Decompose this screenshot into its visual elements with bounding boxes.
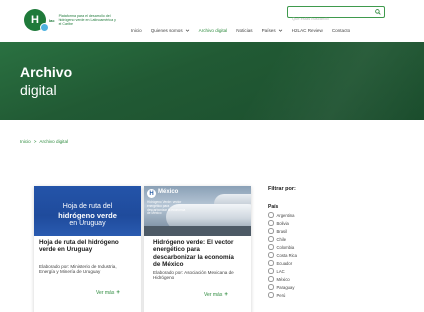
nav-item-inicio[interactable]: Inicio xyxy=(131,28,142,33)
nav-label: Contacto xyxy=(331,28,351,33)
nav-label: H2LAC Review xyxy=(291,28,323,33)
filter-option-label: Brasil xyxy=(276,228,287,234)
card-image-text: Hoja de ruta del xyxy=(62,203,113,210)
filter-option-mexico[interactable]: México xyxy=(268,275,297,283)
chevron-down-icon xyxy=(185,29,189,32)
nav-item-contacto[interactable]: Contacto xyxy=(332,28,350,33)
plus-icon: + xyxy=(224,292,228,298)
card-title[interactable]: Hoja de ruta del hidrógeno verde en Urug… xyxy=(39,239,127,254)
see-more-link[interactable]: Ver más + xyxy=(96,290,120,296)
nav-item-archivo-digital[interactable]: Archivo digital xyxy=(199,28,228,33)
filter-option-label: Colombia xyxy=(276,244,295,250)
radio-button[interactable] xyxy=(268,220,274,226)
radio-button[interactable] xyxy=(268,252,274,258)
radio-button[interactable] xyxy=(268,276,274,282)
logo-letter: H xyxy=(31,14,39,26)
radio-button[interactable] xyxy=(268,212,274,218)
document-card[interactable]: H México Hidrógeno Verde: vector energét… xyxy=(144,186,251,312)
card-title[interactable]: Hidrógeno verde: El vector energético pa… xyxy=(153,239,241,269)
see-more-label: Ver más xyxy=(204,292,223,298)
plus-icon: + xyxy=(116,290,120,296)
logo-sub: lac xyxy=(49,17,55,23)
hero-banner: Archivo digital xyxy=(0,42,424,120)
logo-badge: H xyxy=(24,9,49,32)
logo-tagline: Plataforma para el desarrollo del hidróg… xyxy=(58,13,116,27)
search-input[interactable] xyxy=(288,13,368,24)
nav-label: Inicio xyxy=(131,28,142,33)
chevron-down-icon xyxy=(278,29,282,32)
nav-item-h2lac-review[interactable]: H2LAC Review xyxy=(292,28,323,33)
filter-option-label: Argentina xyxy=(276,212,295,218)
filter-option-label: Chile xyxy=(276,236,287,242)
filter-option-ecuador[interactable]: Ecuador xyxy=(268,259,297,267)
radio-button[interactable] xyxy=(268,244,274,250)
filter-option-peru[interactable]: Perú xyxy=(268,291,297,299)
breadcrumb-separator: > xyxy=(33,139,37,144)
search-box[interactable] xyxy=(287,6,385,24)
filter-option-label: Perú xyxy=(276,292,286,298)
breadcrumb-home[interactable]: Inicio xyxy=(20,139,31,144)
filter-option-colombia[interactable]: Colombia xyxy=(268,243,297,251)
page-title: Archivo xyxy=(20,64,73,80)
filter-option-chile[interactable]: Chile xyxy=(268,235,297,243)
logo-dot-icon xyxy=(40,23,49,32)
nav-item-paises[interactable]: Países xyxy=(262,28,283,33)
filter-option-label: LAC xyxy=(276,268,285,274)
radio-button[interactable] xyxy=(268,284,274,290)
nav-item-quienes-somos[interactable]: Quienes somos xyxy=(151,28,190,33)
see-more-label: Ver más xyxy=(96,290,115,296)
site-logo[interactable]: H lac Plataforma para el desarrollo del … xyxy=(24,9,117,32)
nav-label: Archivo digital xyxy=(198,28,228,33)
card-image-text: México xyxy=(158,189,179,195)
hero-decoration xyxy=(234,42,424,120)
see-more-link[interactable]: Ver más + xyxy=(204,292,228,298)
filter-option-label: Costa Rica xyxy=(276,252,297,258)
card-description: Elaborado por: Ministerio de Industria, … xyxy=(39,264,117,275)
radio-button[interactable] xyxy=(268,292,274,298)
card-image-text: en Uruguay xyxy=(69,220,106,227)
card-image-text: hidrógeno verde xyxy=(58,211,117,220)
nav-label: Países xyxy=(261,28,276,33)
nav-item-noticias[interactable]: Noticias xyxy=(236,28,252,33)
radio-button[interactable] xyxy=(268,260,274,266)
filter-option-brasil[interactable]: Brasil xyxy=(268,227,297,235)
card-image[interactable]: Hoja de ruta del hidrógeno verde en Urug… xyxy=(34,186,141,236)
filter-option-label: Bolivia xyxy=(276,220,289,226)
card-image[interactable]: H México Hidrógeno Verde: vector energét… xyxy=(144,186,251,236)
filter-option-label: Paraguay xyxy=(276,284,295,290)
card-image-text: Hidrógeno Verde: vector energético para … xyxy=(147,200,186,216)
filter-country-label: País xyxy=(268,204,279,210)
breadcrumb-current[interactable]: Archivo digital xyxy=(39,139,68,144)
radio-button[interactable] xyxy=(268,236,274,242)
filter-option-costa-rica[interactable]: Costa Rica xyxy=(268,251,297,259)
nav-label: Noticias xyxy=(236,28,253,33)
ground-graphic xyxy=(144,226,251,236)
card-description: Elaborado por: Asociación Mexicana de Hi… xyxy=(153,270,234,281)
breadcrumb: Inicio > Archivo digital xyxy=(20,139,68,144)
filter-option-paraguay[interactable]: Paraguay xyxy=(268,283,297,291)
nav-label: Quienes somos xyxy=(150,28,183,33)
filter-heading: Filtrar por: xyxy=(268,186,296,192)
page: H lac Plataforma para el desarrollo del … xyxy=(0,0,424,312)
country-filter-list: Argentina Bolivia Brasil Chile Colombia … xyxy=(268,211,297,299)
radio-button[interactable] xyxy=(268,268,274,274)
image-logo-icon: H xyxy=(147,189,156,198)
document-card[interactable]: Hoja de ruta del hidrógeno verde en Urug… xyxy=(34,186,141,312)
filter-option-label: Ecuador xyxy=(276,260,293,266)
search-icon[interactable] xyxy=(375,9,381,15)
filter-option-argentina[interactable]: Argentina xyxy=(268,211,297,219)
filter-option-lac[interactable]: LAC xyxy=(268,267,297,275)
filter-option-label: México xyxy=(276,276,290,282)
radio-button[interactable] xyxy=(268,228,274,234)
page-subtitle: digital xyxy=(20,82,57,98)
main-nav: Inicio Quienes somos Archivo digital Not… xyxy=(131,28,359,33)
filter-option-bolivia[interactable]: Bolivia xyxy=(268,219,297,227)
